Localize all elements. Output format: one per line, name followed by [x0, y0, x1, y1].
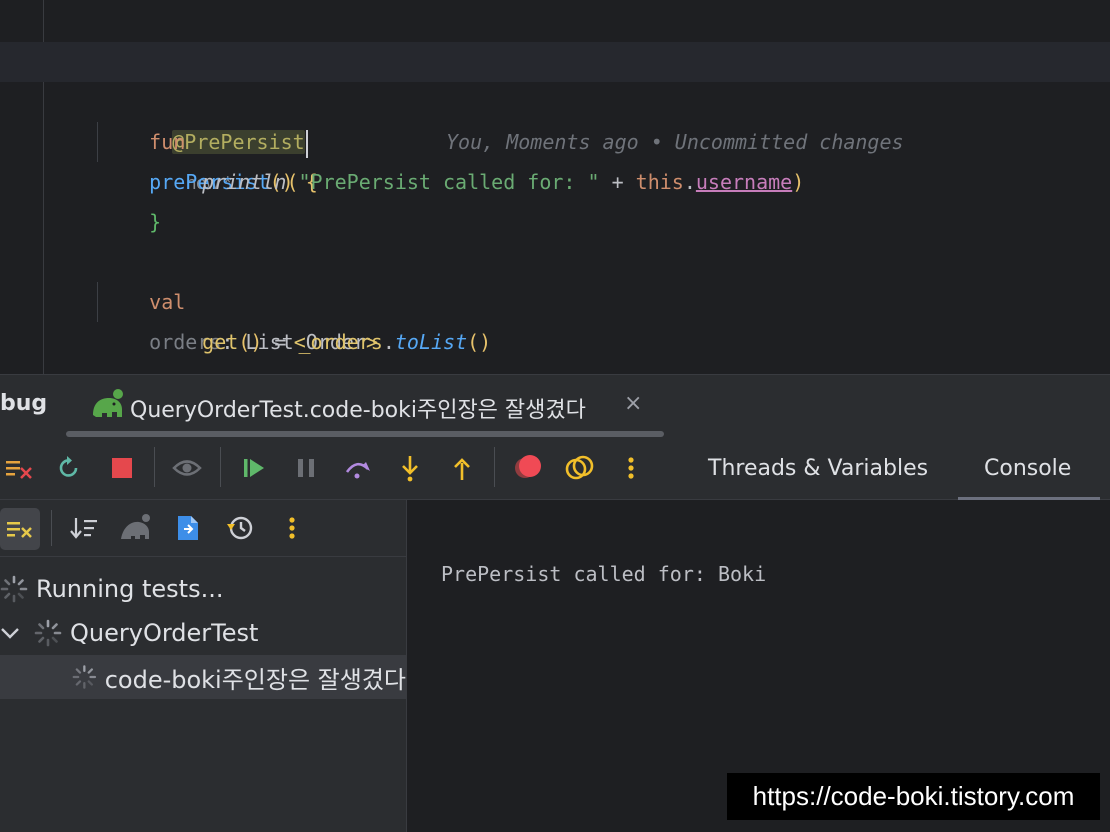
string-literal-token: "PrePersist called for: " [298, 170, 600, 194]
more-icon [289, 517, 295, 539]
dot-token: . [683, 170, 696, 194]
resume-icon [244, 459, 264, 477]
pause-icon [298, 459, 314, 477]
step-over-icon [345, 462, 370, 479]
mute-breakpoints-icon [565, 455, 594, 480]
toolbar-separator [51, 510, 52, 546]
gradle-elephant-icon [93, 389, 123, 417]
gradle-icon [121, 514, 150, 539]
function-call-token: println [202, 170, 287, 194]
code-editor[interactable]: ) { @PrePersist new * You, Moments ago •… [0, 0, 1110, 374]
history-button[interactable] [221, 509, 259, 547]
mute-breakpoints-button[interactable] [561, 449, 599, 487]
more-options-button[interactable] [273, 509, 311, 547]
stop-button[interactable] [103, 449, 141, 487]
rerun-button[interactable] [50, 449, 88, 487]
dot-token: . [382, 330, 395, 354]
breakpoint-icon [515, 455, 541, 478]
more-icon [628, 457, 634, 479]
gradle-button[interactable] [117, 509, 155, 547]
toolbar-separator [154, 447, 155, 487]
code-line-1[interactable]: ) { [48, 2, 132, 74]
tab-console[interactable]: Console [958, 437, 1100, 500]
tab-threads-variables[interactable]: Threads & Variables [708, 456, 928, 481]
sort-icon [70, 518, 97, 539]
test-runner-toolbar [0, 500, 406, 557]
run-tab-title: QueryOrderTest.code-boki주인장은 잘생겼다 [130, 398, 586, 423]
indent-guide [97, 282, 98, 322]
view-breakpoints-button[interactable] [168, 449, 206, 487]
tree-item-label: QueryOrderTest [70, 619, 259, 647]
console-output-line: PrePersist called for: Boki [441, 562, 767, 586]
stop-icon [112, 458, 132, 478]
pause-button[interactable] [287, 449, 325, 487]
export-icon [178, 516, 198, 540]
code-line-5[interactable]: } [101, 162, 161, 234]
watermark-text: https://code-boki.tistory.com [727, 773, 1100, 820]
toolbar-separator [494, 447, 495, 487]
clear-output-button[interactable] [0, 508, 40, 550]
step-over-button[interactable] [339, 449, 377, 487]
view-icon [172, 460, 202, 476]
debug-toolbar: Threads & Variables Console [0, 437, 1110, 500]
more-options-button[interactable] [612, 449, 650, 487]
code-token: } [149, 210, 162, 234]
sort-button[interactable] [65, 509, 103, 547]
step-into-button[interactable] [391, 449, 429, 487]
code-token: () [238, 330, 263, 354]
code-token: ) [792, 170, 805, 194]
rerun-icon [59, 456, 78, 477]
spinner-icon [0, 575, 28, 603]
resume-button[interactable] [235, 449, 273, 487]
spinner-icon [34, 619, 62, 647]
code-line-current[interactable]: @PrePersist new * You, Moments ago • Unc… [0, 42, 1110, 193]
indent-guide [97, 122, 98, 162]
close-tab-icon[interactable]: × [624, 391, 642, 416]
toolbar-separator [220, 447, 221, 487]
spinner-icon [72, 665, 97, 689]
tree-item-label: Running tests... [36, 575, 224, 603]
chevron-down-icon[interactable] [0, 623, 20, 643]
test-tree: Running tests... QueryOrderTest code-bok… [0, 557, 406, 832]
step-out-icon [454, 458, 470, 480]
field-token: _orders [298, 330, 383, 354]
tree-item-test-class[interactable]: QueryOrderTest [0, 611, 406, 655]
code-line-7[interactable]: val orders: List<Order> boki [101, 242, 378, 354]
code-line-4[interactable]: println("PrePersist called for: " + this… [154, 122, 804, 194]
code-line-3[interactable]: fun prePersist() { [101, 82, 318, 194]
export-results-button[interactable] [169, 509, 207, 547]
code-token: ( [286, 170, 299, 194]
step-into-icon [402, 456, 418, 482]
run-configuration-tab[interactable]: QueryOrderTest.code-boki주인장은 잘생겼다 × [66, 375, 664, 437]
tree-item-label: code-boki주인장은 잘생겼다 [104, 665, 406, 694]
view-breakpoints-red-button[interactable] [509, 449, 547, 487]
operator-token: + [599, 170, 636, 194]
clear-all-icon [6, 461, 32, 479]
debug-tool-window-label[interactable]: bug [0, 391, 47, 416]
operator-token: = [262, 330, 299, 354]
this-keyword-token: this [635, 170, 684, 194]
step-out-button[interactable] [443, 449, 481, 487]
code-line-8[interactable]: get() = _orders.toList() [154, 282, 491, 354]
tree-item-root[interactable]: Running tests... [0, 567, 406, 611]
clear-all-button[interactable] [0, 449, 38, 487]
tab-console-label: Console [984, 456, 1072, 481]
clear-icon [7, 522, 32, 538]
tree-item-test-method[interactable]: code-boki주인장은 잘생겼다 [0, 655, 406, 699]
getter-keyword-token: get [202, 330, 239, 354]
history-icon [227, 516, 253, 540]
debug-tab-bar: bug QueryOrderTest.code-boki주인장은 잘생겼다 × [0, 374, 1110, 437]
extension-function-token: toList [394, 330, 468, 354]
code-token: () [467, 330, 492, 354]
property-token[interactable]: username [696, 170, 792, 194]
